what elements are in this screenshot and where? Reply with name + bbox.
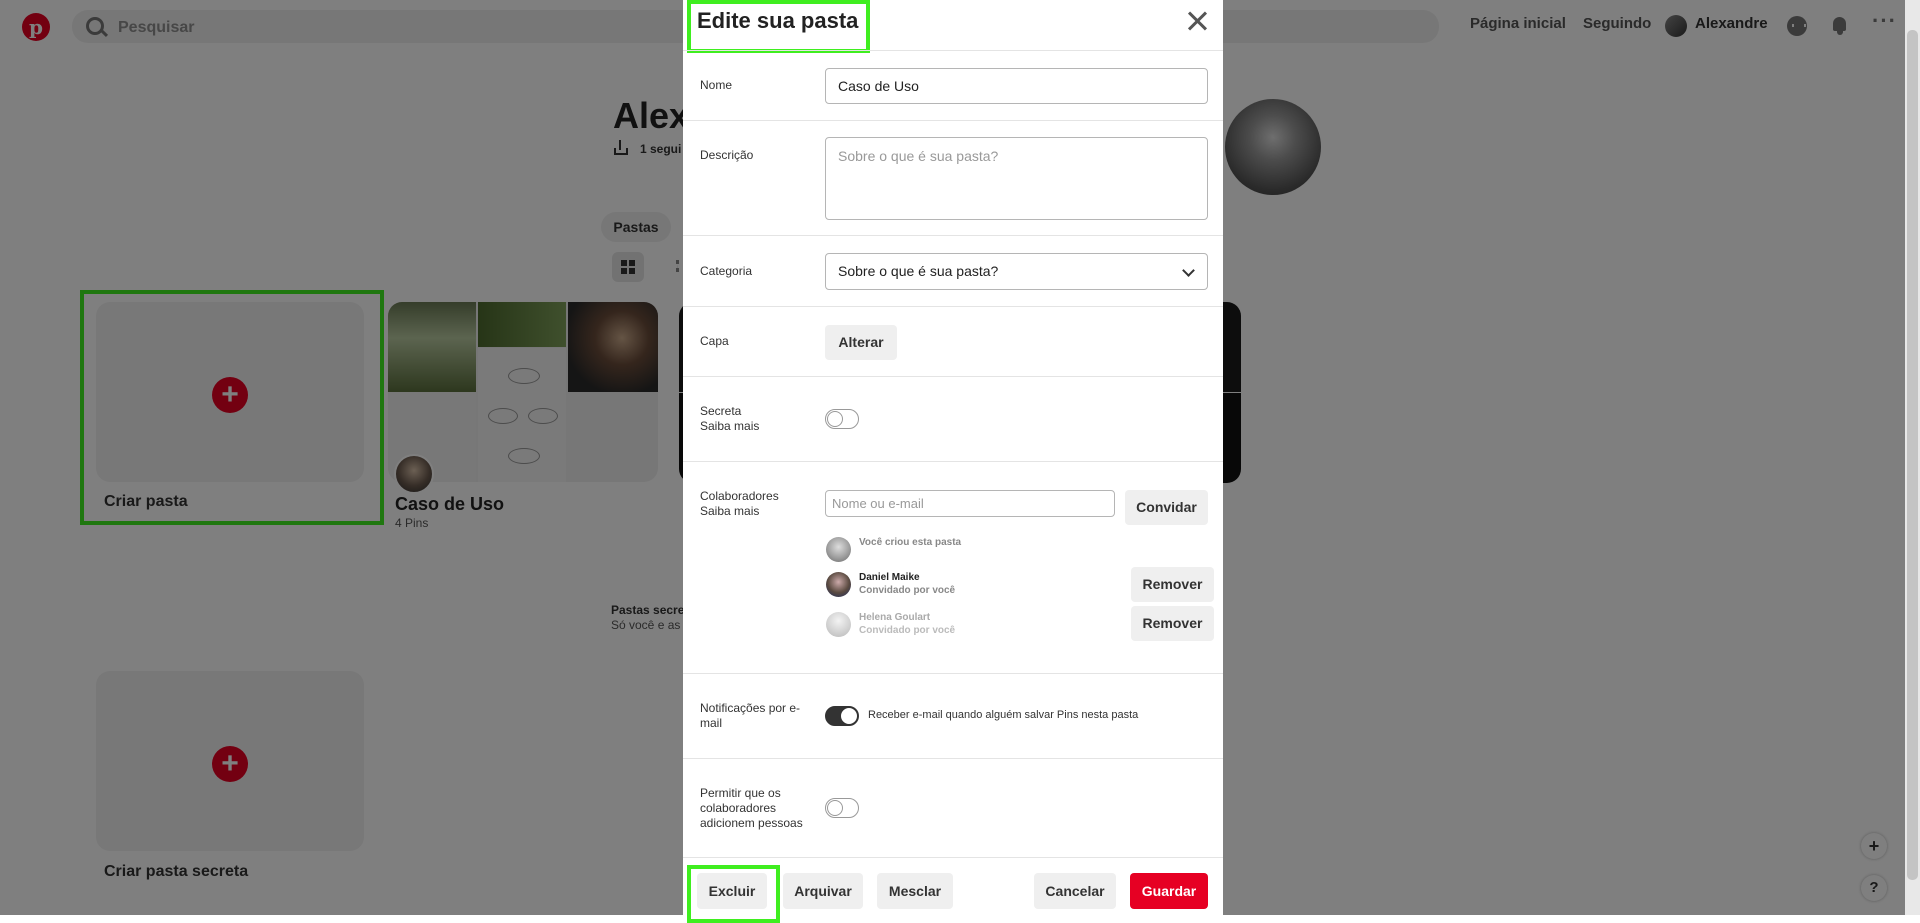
divider: [683, 673, 1223, 674]
highlight-modal-title: [687, 0, 870, 53]
remove-collaborator-button[interactable]: Remover: [1131, 606, 1214, 641]
category-select[interactable]: Sobre o que é sua pasta?: [825, 253, 1208, 290]
category-value: Sobre o que é sua pasta?: [838, 263, 999, 279]
collaborator-name: Daniel Maike: [859, 572, 920, 583]
avatar: [826, 612, 851, 637]
notifications-label: Notificações por e-mail: [700, 701, 801, 730]
close-icon[interactable]: [1186, 9, 1210, 33]
collaborator-name: Helena Goulart: [859, 612, 931, 623]
collaborators-label: Colaboradores: [700, 489, 779, 503]
collaborators-learn-more-link[interactable]: Saiba mais: [700, 504, 759, 519]
remove-collaborator-button[interactable]: Remover: [1131, 567, 1214, 602]
toggle-knob: [841, 708, 857, 724]
divider: [683, 235, 1223, 236]
collaborator-subtitle: Convidado por você: [859, 585, 956, 596]
scrollbar-thumb[interactable]: [1907, 30, 1918, 880]
merge-button[interactable]: Mesclar: [877, 873, 953, 909]
avatar: [826, 572, 851, 597]
cancel-button[interactable]: Cancelar: [1034, 873, 1116, 909]
collaborator-subtitle: Convidado por você: [859, 625, 956, 636]
save-button[interactable]: Guardar: [1130, 873, 1208, 909]
secret-toggle[interactable]: [825, 409, 859, 429]
divider: [683, 120, 1223, 121]
archive-button[interactable]: Arquivar: [783, 873, 863, 909]
invite-button[interactable]: Convidar: [1125, 490, 1208, 525]
highlight-delete-button: [687, 865, 780, 923]
avatar: [826, 537, 851, 562]
divider: [683, 857, 1223, 858]
notifications-toggle[interactable]: [825, 706, 859, 726]
name-input[interactable]: [825, 68, 1208, 104]
category-label: Categoria: [700, 264, 753, 278]
change-cover-button[interactable]: Alterar: [825, 325, 897, 360]
collaborator-search-input[interactable]: [825, 490, 1115, 517]
secret-learn-more-link[interactable]: Saiba mais: [700, 419, 759, 434]
permission-toggle[interactable]: [825, 798, 859, 818]
name-label: Nome: [700, 78, 733, 92]
secret-label: Secreta: [700, 404, 742, 418]
permission-label: Permitir que os colaboradores adicionem …: [700, 786, 803, 830]
divider: [683, 50, 1223, 51]
divider: [683, 461, 1223, 462]
divider: [683, 306, 1223, 307]
toggle-knob: [827, 411, 843, 427]
toggle-knob: [827, 800, 843, 816]
divider: [683, 758, 1223, 759]
divider: [683, 376, 1223, 377]
description-label: Descrição: [700, 148, 754, 162]
chevron-down-icon: [1182, 264, 1195, 277]
description-input[interactable]: [825, 137, 1208, 220]
notifications-description: Receber e-mail quando alguém salvar Pins…: [868, 709, 1139, 721]
collaborator-owner-note: Você criou esta pasta: [859, 537, 962, 548]
cover-label: Capa: [700, 334, 729, 348]
